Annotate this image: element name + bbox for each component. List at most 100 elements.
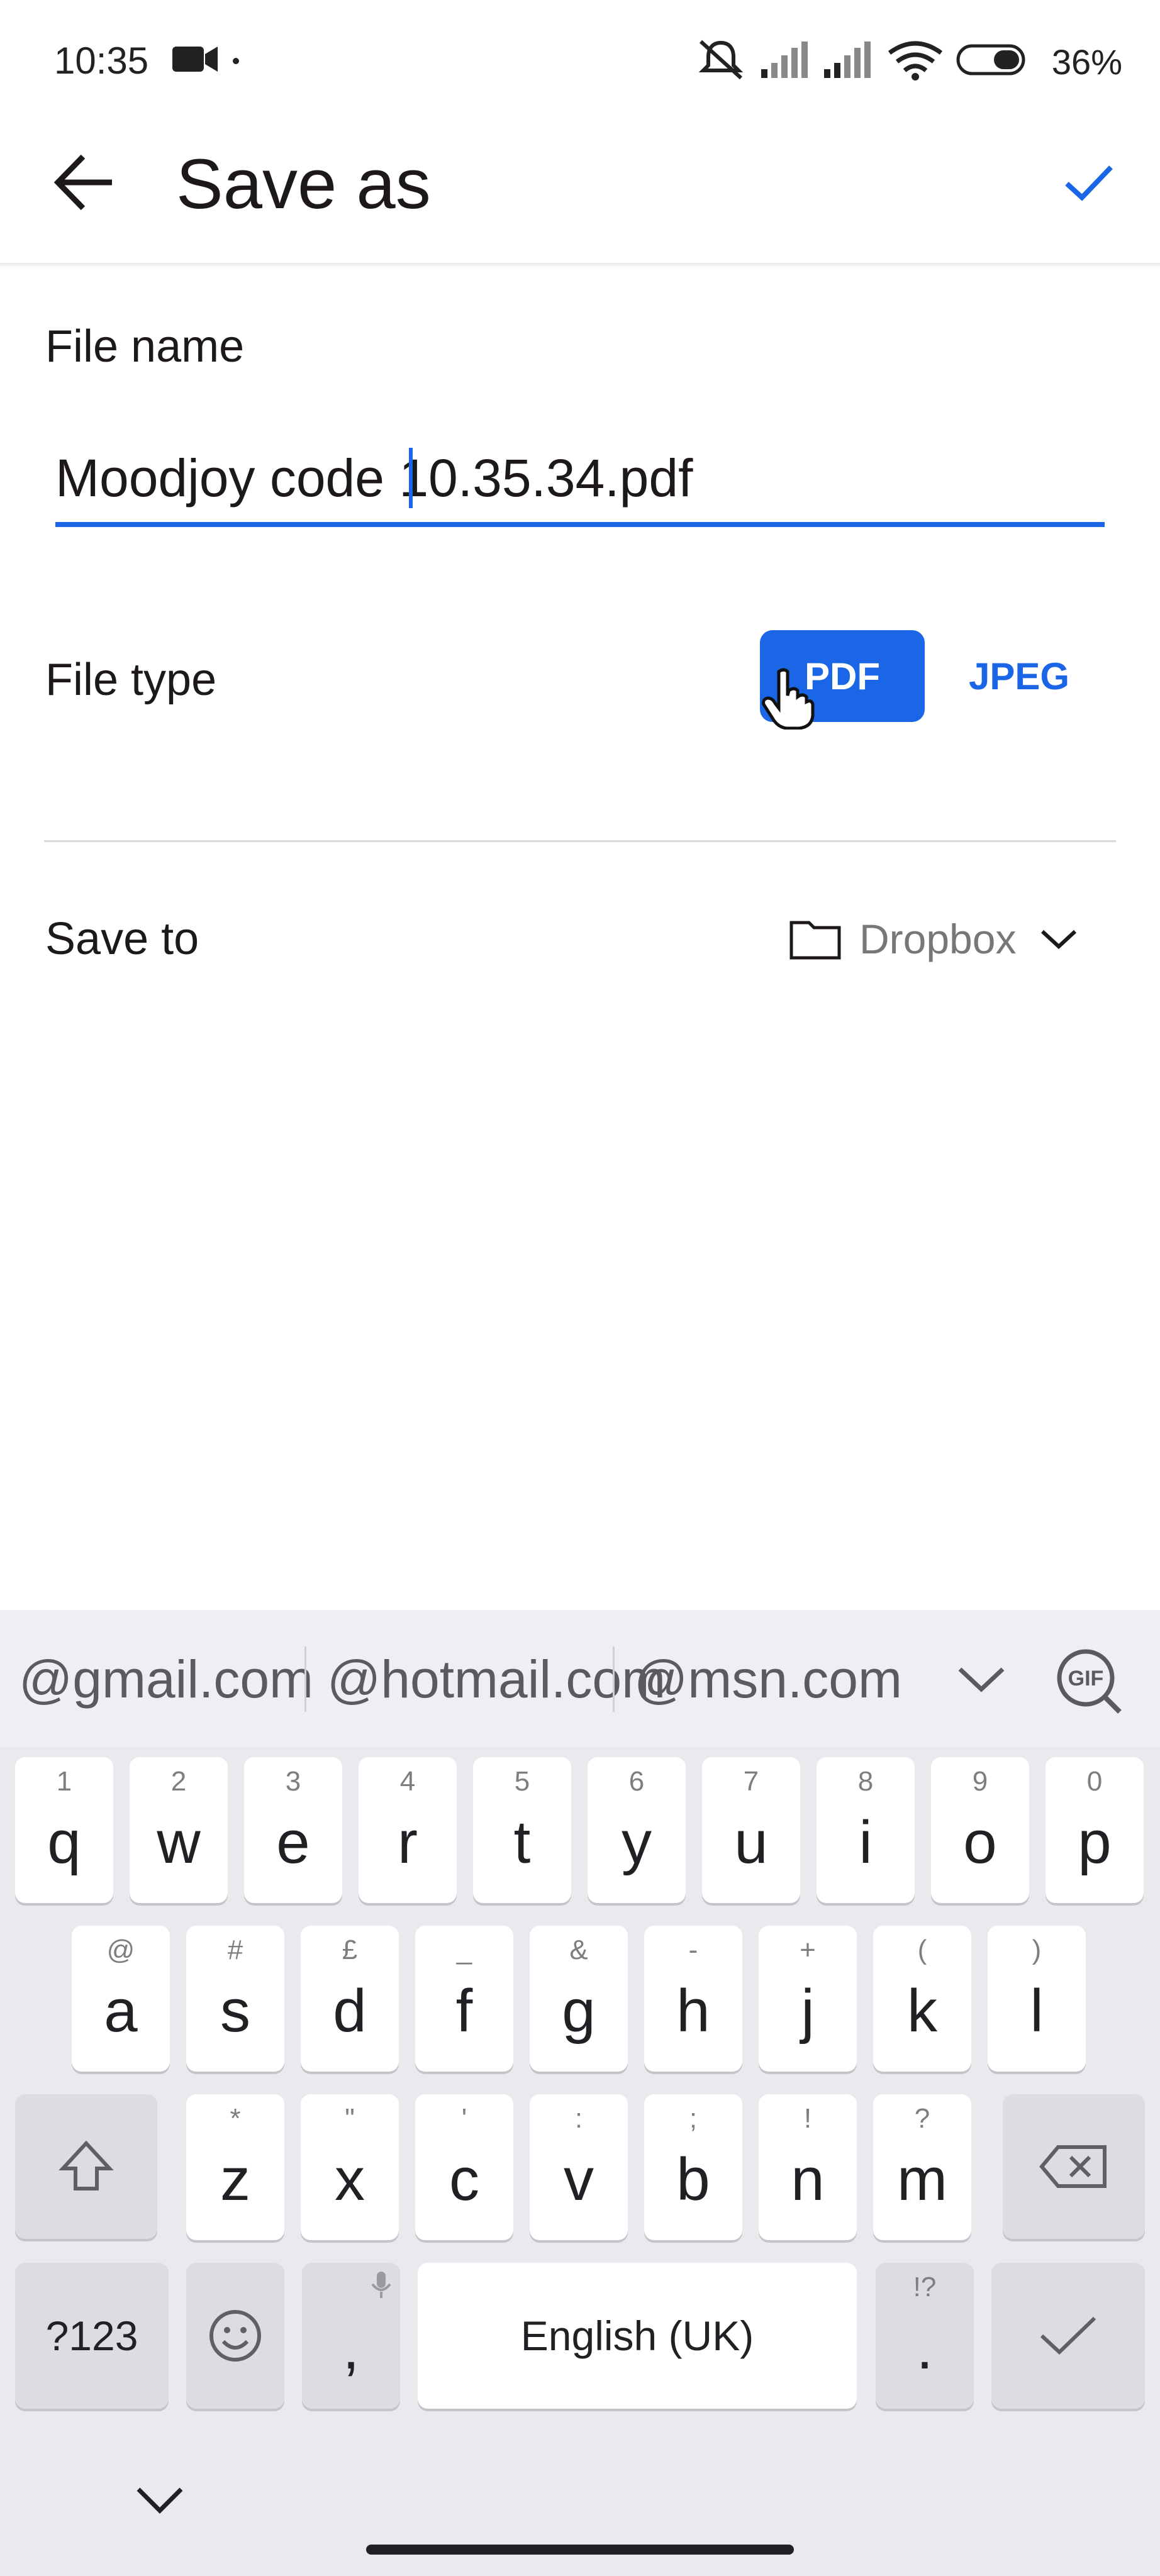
svg-text:GIF: GIF — [1068, 1667, 1104, 1690]
space-key[interactable]: English (UK) — [418, 2263, 857, 2409]
key-r[interactable]: 4r — [359, 1757, 457, 1903]
key-label: z — [220, 2146, 250, 2213]
key-b[interactable]: ; b — [644, 2094, 742, 2240]
back-button[interactable] — [44, 142, 126, 223]
chevron-down-icon — [1041, 930, 1077, 950]
symbols-key[interactable]: ?123 — [15, 2263, 169, 2409]
key-m[interactable]: ? m — [873, 2094, 971, 2240]
key-l[interactable]: ) l — [988, 1926, 1086, 2072]
gif-search-icon: GIF — [1057, 1649, 1122, 1714]
key-hint: 4 — [399, 1766, 416, 1797]
key-label: w — [157, 1809, 201, 1876]
key-label: c — [449, 2146, 479, 2213]
signal-1-icon — [761, 42, 808, 78]
key-label: p — [1078, 1809, 1112, 1876]
key-f[interactable]: _ f — [415, 1926, 513, 2072]
key-label: f — [455, 1977, 473, 2045]
key-o[interactable]: 9o — [931, 1757, 1029, 1903]
key-label: t — [513, 1809, 531, 1876]
folder-icon — [789, 921, 841, 960]
wifi-icon — [888, 41, 943, 80]
suggestion-msn[interactable]: @msn.com — [634, 1649, 902, 1710]
space-key-label: English (UK) — [520, 2312, 754, 2359]
key-hint: 3 — [285, 1766, 301, 1797]
home-indicator[interactable] — [366, 2545, 794, 2555]
key-hint: 1 — [56, 1766, 72, 1797]
emoji-key[interactable] — [186, 2263, 284, 2409]
key-n[interactable]: ! n — [759, 2094, 857, 2240]
key-i[interactable]: 8i — [817, 1757, 915, 1903]
key-hint: _ — [456, 1935, 472, 1965]
save-to-dropdown[interactable]: Dropbox — [789, 911, 1079, 967]
file-name-input[interactable] — [55, 434, 1105, 527]
hand-pointer-icon — [762, 668, 815, 730]
key-q[interactable]: 1q — [15, 1757, 113, 1903]
video-camera-icon — [172, 47, 218, 72]
suggestion-gmail[interactable]: @gmail.com — [19, 1649, 313, 1710]
key-j[interactable]: + j — [759, 1926, 857, 2072]
key-h[interactable]: -h — [644, 1926, 742, 2072]
key-hint: 8 — [857, 1766, 874, 1797]
key-label: n — [791, 2146, 825, 2213]
file-type-jpeg-button[interactable]: JPEG — [944, 630, 1095, 722]
key-hint: ; — [689, 2103, 698, 2134]
signal-2-icon — [824, 42, 871, 78]
key-x[interactable]: " x — [301, 2094, 399, 2240]
key-d[interactable]: £ d — [301, 1926, 399, 2072]
key-hint: ! — [803, 2103, 812, 2134]
suggestion-separator — [613, 1646, 615, 1712]
backspace-key[interactable] — [1003, 2094, 1145, 2239]
file-type-label: File type — [45, 655, 217, 705]
enter-key[interactable] — [991, 2263, 1145, 2409]
emoji-icon — [209, 2310, 261, 2362]
key-label: u — [734, 1809, 768, 1876]
period-key[interactable]: !? . — [876, 2263, 974, 2409]
key-v[interactable]: :v — [530, 2094, 628, 2240]
keyboard-hide-chevron-icon[interactable] — [133, 2483, 186, 2518]
notification-dot-icon — [233, 58, 239, 64]
key-p[interactable]: 0p — [1046, 1757, 1144, 1903]
key-label: q — [47, 1809, 81, 1876]
key-g[interactable]: & g — [530, 1926, 628, 2072]
key-z[interactable]: * z — [186, 2094, 284, 2240]
key-hint: : — [574, 2103, 583, 2134]
key-a[interactable]: @ a — [72, 1926, 170, 2072]
key-label: b — [676, 2146, 710, 2213]
period-key-label: . — [916, 2314, 934, 2382]
key-label: k — [907, 1977, 937, 2045]
text-caret — [409, 448, 413, 508]
divider — [44, 840, 1116, 842]
key-w[interactable]: 2w — [130, 1757, 228, 1903]
key-y[interactable]: 6y — [588, 1757, 686, 1903]
header-shadow — [0, 263, 1160, 268]
key-hint: + — [800, 1935, 816, 1965]
key-u[interactable]: 7u — [702, 1757, 800, 1903]
suggestion-hotmail[interactable]: @hotmail.com — [327, 1649, 666, 1710]
key-hint: £ — [342, 1935, 358, 1965]
save-to-label: Save to — [45, 914, 199, 964]
symbols-key-label: ?123 — [45, 2312, 138, 2359]
keyboard — [0, 1610, 1160, 2576]
key-hint: * — [230, 2103, 241, 2134]
key-k[interactable]: (k — [873, 1926, 971, 2072]
file-name-label: File name — [45, 321, 245, 372]
key-c[interactable]: ' c — [415, 2094, 513, 2240]
key-label: g — [562, 1977, 596, 2045]
key-hint: 6 — [628, 1766, 645, 1797]
key-label: i — [859, 1809, 873, 1876]
key-label: h — [676, 1977, 710, 2045]
mute-icon — [698, 40, 744, 80]
key-label: r — [398, 1809, 418, 1876]
comma-key[interactable]: , — [302, 2263, 400, 2409]
key-e[interactable]: 3e — [244, 1757, 342, 1903]
checkmark-icon — [1040, 2316, 1096, 2355]
key-hint: ? — [914, 2103, 930, 2134]
chevron-down-icon[interactable] — [955, 1660, 1008, 1698]
key-hint: 9 — [972, 1766, 988, 1797]
confirm-button[interactable] — [1057, 151, 1120, 214]
gif-button[interactable]: GIF — [1054, 1646, 1124, 1716]
key-hint: ) — [1032, 1935, 1042, 1965]
shift-key[interactable] — [15, 2094, 157, 2239]
key-s[interactable]: # s — [186, 1926, 284, 2072]
key-t[interactable]: 5t — [473, 1757, 571, 1903]
